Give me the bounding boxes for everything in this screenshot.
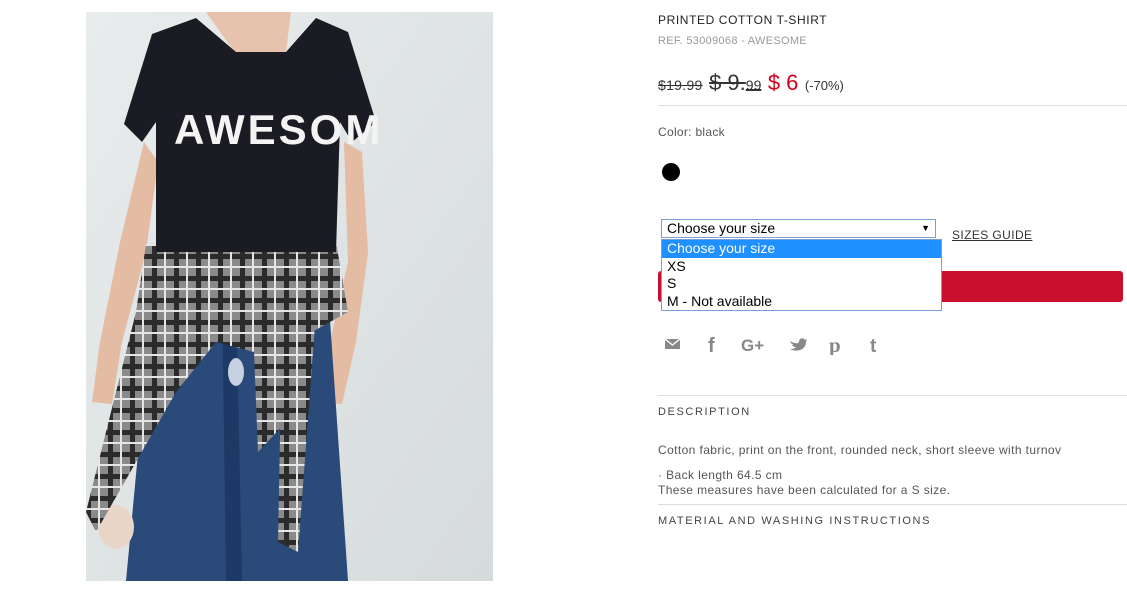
- facebook-icon[interactable]: f: [701, 333, 723, 355]
- size-select-value: Choose your size: [667, 220, 776, 236]
- product-photo: AWESOM: [86, 12, 493, 581]
- pinterest-icon[interactable]: p: [826, 333, 848, 355]
- sizes-guide-link[interactable]: SIZES GUIDE: [952, 228, 1032, 242]
- tumblr-icon[interactable]: t: [865, 333, 887, 355]
- dropdown-arrow-icon: ▼: [921, 223, 930, 233]
- twitter-icon[interactable]: [786, 333, 808, 355]
- svg-text:t: t: [870, 336, 877, 355]
- discount-badge: (-70%): [804, 78, 844, 93]
- size-option-xs[interactable]: XS: [662, 258, 941, 276]
- shirt-print-text: AWESOM: [174, 106, 383, 153]
- size-option-choose[interactable]: Choose your size: [662, 240, 941, 258]
- product-info-panel: PRINTED COTTON T-SHIRT REF. 53009068 - A…: [658, 0, 1127, 590]
- previous-price: $ 9.99: [709, 70, 761, 95]
- original-price: $19.99: [658, 77, 703, 93]
- divider: [658, 395, 1127, 396]
- previous-price-cents: 99: [745, 77, 762, 93]
- measure-note-text: These measures have been calculated for …: [658, 483, 951, 497]
- divider: [658, 105, 1127, 106]
- size-select[interactable]: Choose your size ▼: [661, 219, 936, 238]
- email-icon[interactable]: [662, 333, 684, 355]
- back-length-text: · Back length 64.5 cm: [658, 468, 783, 482]
- previous-price-main: $ 9.: [709, 70, 746, 95]
- product-reference: REF. 53009068 - AWESOME: [658, 35, 807, 47]
- svg-text:G+: G+: [741, 336, 764, 355]
- google-plus-icon[interactable]: G+: [741, 333, 769, 355]
- divider: [658, 504, 1127, 505]
- size-dropdown-list: Choose your size XS S M - Not available: [661, 239, 942, 311]
- size-option-m[interactable]: M - Not available: [662, 293, 941, 311]
- svg-text:p: p: [829, 333, 841, 355]
- color-label: Color: black: [658, 125, 725, 139]
- svg-text:f: f: [708, 335, 715, 355]
- description-text: Cotton fabric, print on the front, round…: [658, 443, 1062, 457]
- price-block: $19.99 $ 9.99 $ 6 (-70%): [658, 70, 844, 96]
- material-heading[interactable]: MATERIAL AND WASHING INSTRUCTIONS: [658, 515, 931, 527]
- product-title: PRINTED COTTON T-SHIRT: [658, 13, 828, 27]
- sale-price: $ 6: [767, 70, 799, 95]
- description-heading[interactable]: DESCRIPTION: [658, 406, 751, 418]
- color-swatch-black[interactable]: [662, 163, 680, 181]
- share-bar: f G+ p t: [662, 333, 900, 357]
- size-option-s[interactable]: S: [662, 275, 941, 293]
